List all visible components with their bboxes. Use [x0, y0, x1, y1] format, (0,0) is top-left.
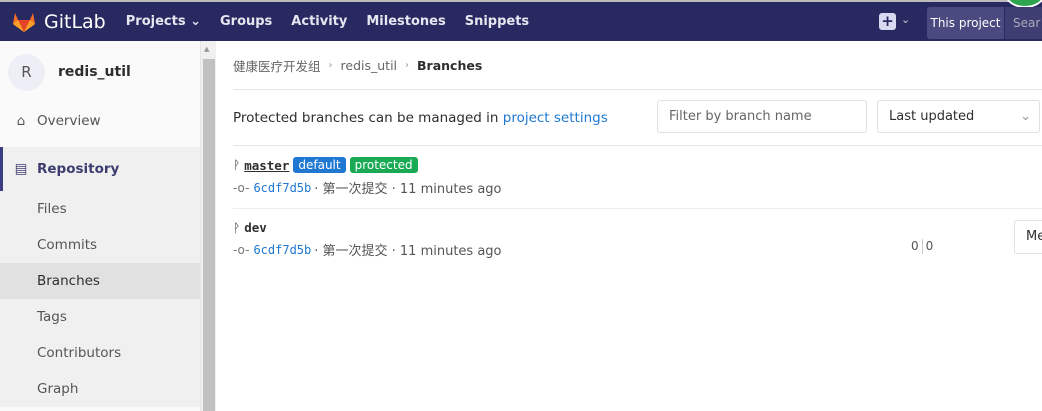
protected-badge: protected — [349, 157, 418, 173]
search-scope-this-project[interactable]: This project — [927, 7, 1004, 39]
sidebar-sub-files[interactable]: Files — [0, 191, 200, 227]
branch-name-link[interactable]: dev — [244, 220, 267, 235]
filter-branch-input[interactable]: Filter by branch name — [657, 100, 867, 133]
divergence-graph: 00 — [911, 239, 933, 254]
nav-groups[interactable]: Groups — [220, 14, 272, 29]
commits-ahead: 0 — [925, 239, 934, 253]
branches-toolbar: Protected branches can be managed in pro… — [233, 90, 1042, 146]
sidebar-project[interactable]: R redis_util — [0, 41, 200, 103]
protected-info: Protected branches can be managed in pro… — [233, 109, 608, 126]
commit-sha-link[interactable]: 6cdf7d5b — [253, 181, 311, 195]
sidebar-item-overview[interactable]: ⌂ Overview — [0, 103, 200, 139]
commit-info: · 第一次提交 · 11 minutes ago — [314, 182, 502, 197]
nav-projects[interactable]: Projects ⌄ — [126, 14, 201, 29]
branch-icon: ᚹ — [233, 220, 241, 235]
tanuki-icon — [13, 12, 35, 32]
commit-icon: -o- — [233, 242, 250, 257]
sidebar: R redis_util ⌂ Overview ▤ Repository Files… — [0, 41, 201, 411]
new-plus-icon[interactable]: + — [879, 13, 896, 30]
default-badge: default — [293, 157, 346, 173]
nav-snippets[interactable]: Snippets — [465, 14, 529, 29]
sort-dropdown[interactable]: Last updated ⌄ — [877, 100, 1040, 133]
chevron-right-icon: › — [328, 59, 333, 71]
merge-request-button[interactable]: Me — [1014, 220, 1042, 254]
sidebar-item-repository[interactable]: ▤ Repository — [0, 147, 200, 191]
breadcrumb-current: Branches — [417, 57, 483, 73]
top-navbar: GitLab Projects ⌄ Groups Activity Milest… — [0, 0, 1042, 41]
sidebar-item-label: Overview — [37, 113, 101, 129]
sidebar-sub-branches[interactable]: Branches — [0, 263, 200, 299]
project-name: redis_util — [58, 64, 131, 80]
breadcrumb-project[interactable]: redis_util — [341, 58, 398, 73]
chevron-right-icon: › — [405, 59, 410, 71]
breadcrumb: 健康医疗开发组 › redis_util › Branches — [233, 41, 1042, 90]
main-content: 健康医疗开发组 › redis_util › Branches Protected … — [233, 41, 1042, 272]
sidebar-scrollbar[interactable]: ▲ — [201, 41, 216, 411]
branch-row: ᚹ dev -o- 6cdf7d5b · 第一次提交 · 11 minutes ago… — [233, 209, 1042, 272]
sidebar-sub-contributors[interactable]: Contributors — [0, 335, 200, 371]
scrollbar-thumb[interactable] — [203, 59, 215, 411]
scroll-up-icon[interactable]: ▲ — [204, 45, 209, 53]
home-icon: ⌂ — [16, 113, 26, 129]
gitlab-logo[interactable]: GitLab — [12, 11, 106, 33]
commits-behind: 0 — [911, 239, 919, 253]
brand-name: GitLab — [44, 10, 106, 33]
commit-info: · 第一次提交 · 11 minutes ago — [314, 244, 502, 259]
commit-sha-link[interactable]: 6cdf7d5b — [253, 243, 311, 257]
nav-milestones[interactable]: Milestones — [366, 14, 445, 29]
sidebar-sub-graph[interactable]: Graph — [0, 371, 200, 407]
sidebar-item-label: Repository — [37, 161, 120, 177]
sidebar-sub-tags[interactable]: Tags — [0, 299, 200, 335]
project-avatar: R — [8, 53, 45, 91]
commit-icon: -o- — [233, 180, 250, 195]
document-icon: ▤ — [14, 161, 28, 177]
project-settings-link[interactable]: project settings — [503, 110, 608, 126]
nav-activity[interactable]: Activity — [291, 14, 347, 29]
branch-icon: ᚹ — [233, 158, 241, 172]
branch-name-link[interactable]: master — [244, 158, 289, 173]
chevron-down-icon: ⌄ — [1020, 109, 1031, 124]
branch-row: ᚹ master default protected -o- 6cdf7d5b · 第… — [233, 146, 1042, 209]
chevron-down-icon: ⌄ — [901, 13, 911, 26]
breadcrumb-group[interactable]: 健康医疗开发组 — [233, 56, 321, 75]
search-input[interactable]: Sear — [1005, 7, 1042, 39]
sidebar-sub-commits[interactable]: Commits — [0, 227, 200, 263]
